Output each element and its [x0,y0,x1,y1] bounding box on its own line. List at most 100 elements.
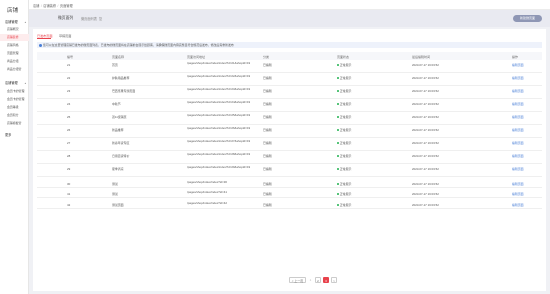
status-text: 正常展示 [339,76,352,80]
status-text: 正常展示 [339,202,352,207]
info-icon [38,43,42,47]
status-text: 正常展示 [339,167,352,171]
row-category: 已编辑 [263,63,272,67]
row-page-name: 日用百货特价 [112,154,130,158]
sidebar-group-label: 店铺管理 [5,20,18,24]
status-text: 正常展示 [339,89,352,93]
sidebar-item-pages[interactable]: 页面管理 [0,50,29,57]
row-page-path: /pages/shop/index/index?id=42 [187,200,227,205]
page-subtitle: 微页面列表 [81,17,97,21]
page-number[interactable]: 1 [308,277,313,283]
row-page-name: 护肤用品推荐 [112,76,130,80]
edit-page-link[interactable]: 编辑页面 [512,192,524,196]
copy-icon[interactable]: 复 [99,16,102,21]
status-text: 正常展示 [339,102,352,106]
row-page-name: 测试 [112,192,118,196]
column-header: 页面访问地址 [187,54,206,59]
status-badge: 正常展示 [337,76,351,80]
status-text: 正常展示 [339,192,352,196]
info-notice: 您可以在这里管理店铺已发布的微页面列表，已发布的微页面将在店铺前台展示给顾客，请… [37,42,542,48]
status-badge: 正常展示 [337,141,351,145]
status-dot-icon [337,129,339,132]
sidebar-item-member-points[interactable]: 会员积分 [0,112,29,119]
sidebar-item-overview[interactable]: 店铺概况 [0,26,29,33]
edit-page-link[interactable]: 编辑页面 [512,76,524,80]
row-category: 已编辑 [263,141,272,145]
row-id: 21 [67,63,71,67]
row-id: 22 [67,76,71,80]
sidebar-item-member-card-2[interactable]: 会员卡的管理 [0,96,29,103]
sidebar-item-style[interactable]: 店铺风格 [0,42,29,49]
column-header: 页面名称 [112,54,125,59]
page-number-current[interactable]: 3 [323,277,329,283]
topbar: 店铺 / 店铺装修 / 页面管理 [29,0,550,10]
row-category: 已编辑 [263,115,272,119]
sidebar-more[interactable]: 更多 [0,132,29,139]
status-dot-icon [337,155,339,158]
edit-page-link[interactable]: 编辑页面 [512,203,524,207]
row-page-name: 中秋节 [112,102,121,106]
edit-page-link[interactable]: 编辑页面 [512,115,524,119]
main-card: 已发布页面 草稿页面 您可以在这里管理店铺已发布的微页面列表，已发布的微页面将在… [33,29,546,291]
notice-text: 您可以在这里管理店铺已发布的微页面列表，已发布的微页面将在店铺前台展示给顾客，请… [43,43,234,47]
table-row: 42 测试页面/pages/shop/index/index?id=42 已编辑 正常… [37,198,542,209]
row-id: 42 [67,202,71,207]
table-row: 30 测试/pages/shop/index/index?id=30 已编辑 正常展示… [37,177,542,188]
sidebar-item-groups[interactable]: 商品分组 [0,58,29,65]
edit-page-link[interactable]: 编辑页面 [512,182,524,186]
status-dot-icon [337,193,339,196]
next-page-button[interactable]: > [331,277,337,283]
row-page-path: /pages/shop/index/index/index?id=27&shop… [187,139,251,143]
status-text: 正常展示 [339,63,352,67]
status-badge: 正常展示 [337,192,351,196]
column-header: 页面状态 [337,54,350,59]
edit-page-link[interactable]: 编辑页面 [512,89,524,93]
active-tab-indicator [37,38,51,39]
sidebar-item-decoration[interactable]: 店铺装修 [0,34,29,41]
create-page-button[interactable]: 新建微页面 [513,15,542,22]
table-row: 28 日用百货特价/pages/shop/index/index/index?id… [37,151,542,164]
tab-drafts[interactable]: 草稿页面 [59,33,71,38]
status-badge: 正常展示 [337,128,351,132]
breadcrumb-item[interactable]: 店铺装修 [43,4,56,8]
status-text: 正常展示 [339,115,352,119]
row-edit-time: 2023-07-17 16:03:52 [412,154,439,158]
sidebar-item-group-manage[interactable]: 商品分组管 [0,66,29,73]
row-id: 30 [67,181,71,186]
status-badge: 正常展示 [337,63,351,67]
sidebar-item-member-level[interactable]: 会员等级 [0,104,29,111]
edit-page-link[interactable]: 编辑页面 [512,63,524,67]
status-badge: 正常展示 [337,154,351,158]
row-page-name: 巴西坚果专题页面 [112,89,136,93]
row-category: 已编辑 [263,181,272,186]
sidebar-item-templates[interactable]: 店铺模板管 [0,120,29,127]
row-category: 已编辑 [263,167,272,171]
row-id: 28 [67,154,71,158]
breadcrumb-item[interactable]: 店铺 [33,4,39,8]
edit-page-link[interactable]: 编辑页面 [512,102,524,106]
prev-page-button[interactable]: < 上一页 [289,277,306,283]
status-dot-icon [337,90,339,93]
page-title: 微页面列 [58,16,74,20]
edit-page-link[interactable]: 编辑页面 [512,154,524,158]
table-row: 26 新品推荐/pages/shop/index/index/index?id=2… [37,125,542,138]
page-number[interactable]: 2 [315,277,321,283]
breadcrumb-item: 页面管理 [59,4,73,8]
row-page-path: /pages/shop/index/index?id=30 [187,179,227,184]
sidebar-group-member[interactable]: 店铺管理 ▴ [0,80,29,87]
edit-page-link[interactable]: 编辑页面 [512,167,524,171]
edit-page-link[interactable]: 编辑页面 [512,128,524,132]
row-page-name: 新品推荐 [112,128,124,132]
status-text: 正常展示 [339,181,352,186]
edit-page-link[interactable]: 编辑页面 [512,141,524,145]
sidebar-item-member-card[interactable]: 会员卡的管理 [0,88,29,95]
status-badge: 正常展示 [337,115,351,119]
sidebar-group-shop[interactable]: 店铺管理 ▴ [0,19,29,26]
row-page-path: /pages/shop/index/index/index?id=21&shop… [187,61,251,65]
row-id: 24 [67,102,71,106]
row-category: 已编辑 [263,102,272,106]
chevron-up-icon: ▴ [24,20,26,24]
status-dot-icon [337,203,339,206]
row-page-path: /pages/shop/index/index/index?id=28&shop… [187,152,251,156]
status-dot-icon [337,116,339,119]
